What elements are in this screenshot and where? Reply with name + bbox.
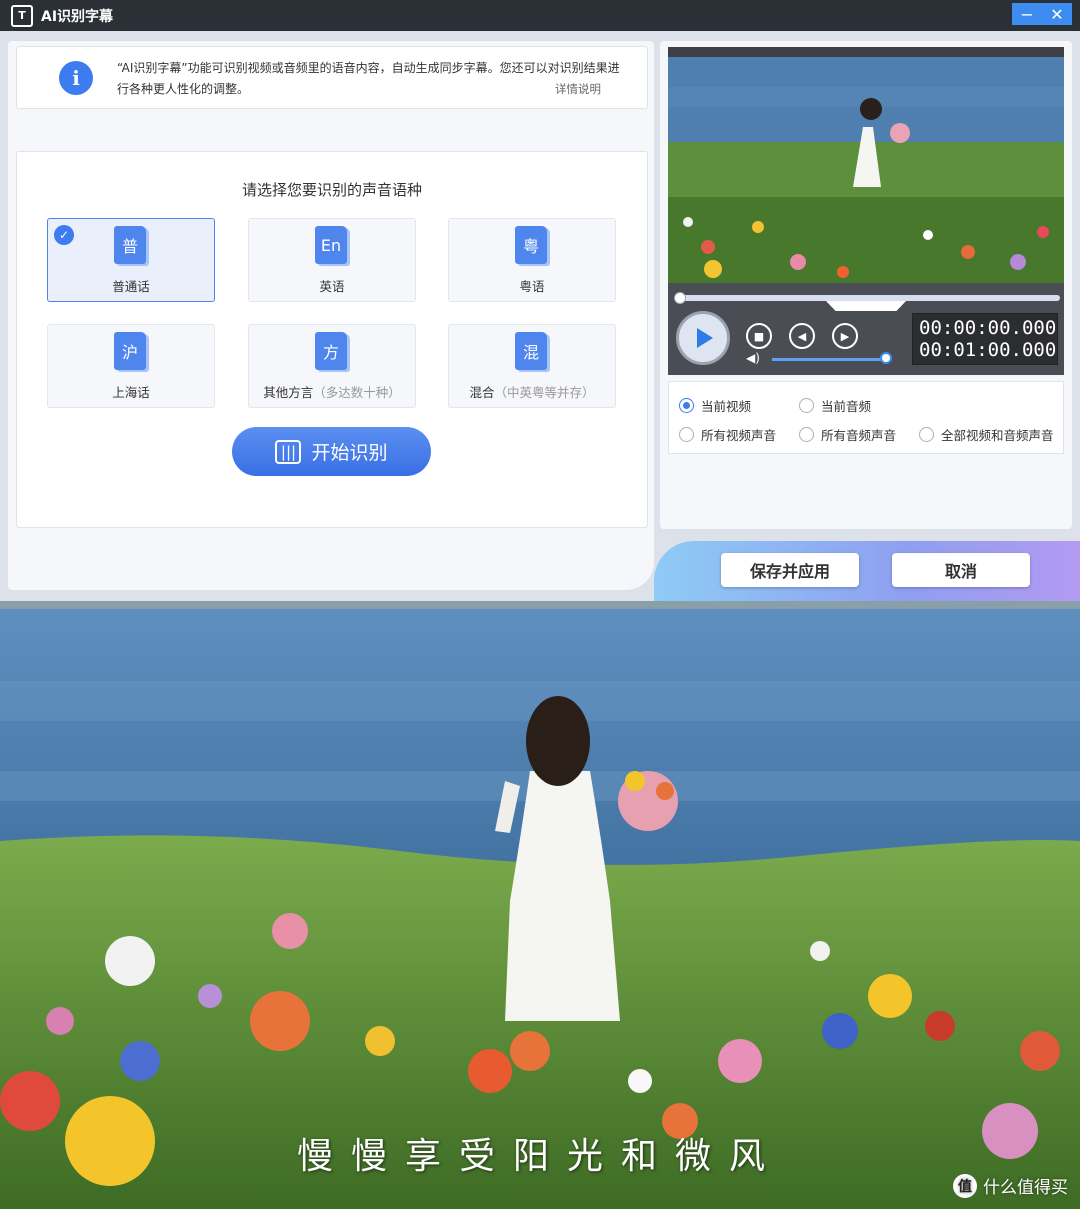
total-time: 00:01:00.000 [919,339,1057,361]
cancel-button[interactable]: 取消 [892,553,1030,587]
radio-dot [799,427,814,442]
window-controls: − ✕ [1012,3,1072,25]
radio-all-audio-audio[interactable]: 所有音频声音 [799,425,896,444]
left-panel: i “AI识别字幕”功能可识别视频或音频里的语音内容，自动生成同步字幕。您还可以… [8,41,654,590]
volume-icon[interactable]: ◀) [746,351,760,365]
progress-knob[interactable] [674,292,686,304]
volume-knob[interactable] [880,352,892,364]
subtitle-caption: 慢慢享受阳光和微风 [296,1136,783,1177]
radio-all-video-audio[interactable]: 所有视频声音 [679,425,776,444]
radio-label: 全部视频和音频声音 [941,428,1054,443]
language-option-cantonese[interactable]: 粤 粤语 [448,218,616,302]
watermark-logo-icon: 值 [953,1173,977,1198]
radio-label: 所有音频声音 [821,428,897,443]
start-button-label: 开始识别 [311,442,388,464]
dialog-body: i “AI识别字幕”功能可识别视频或音频里的语音内容，自动生成同步字幕。您还可以… [0,31,1080,601]
info-box: i “AI识别字幕”功能可识别视频或音频里的语音内容，自动生成同步字幕。您还可以… [16,46,648,109]
language-title: 请选择您要识别的声音语种 [241,181,422,199]
book-icon: 沪 [114,332,146,370]
next-frame-button[interactable]: ▶ [832,323,858,349]
language-label: 上海话 [112,385,150,400]
radio-current-audio[interactable]: 当前音频 [799,396,871,415]
book-icon: 方 [315,332,347,370]
preview-image [668,47,1064,283]
radio-current-video[interactable]: 当前视频 [679,396,751,415]
waveform-icon: ||| [275,439,302,464]
book-icon: 混 [515,332,547,370]
result-photo: 慢慢享受阳光和微风 值 什么值得买 [0,601,1080,1209]
language-label: 英语 [319,279,345,294]
play-button[interactable] [676,311,730,365]
app-logo-icon: T [11,4,33,27]
language-label: 普通话 [112,279,150,294]
checkmark-icon: ✓ [54,225,74,245]
radio-dot [919,427,934,442]
close-button[interactable]: ✕ [1042,3,1072,25]
minimize-button[interactable]: − [1012,3,1042,25]
info-icon: i [59,61,93,95]
book-icon: 普 [114,226,146,264]
details-link[interactable]: 详情说明 [555,81,601,97]
window-title: AI识别字幕 [41,8,114,25]
radio-label: 当前音频 [821,399,872,414]
book-icon: En [315,226,347,264]
radio-dot [799,398,814,413]
collapse-tab[interactable] [826,301,906,311]
lake-meadow-image [0,601,1080,1209]
stop-button[interactable]: ■ [746,323,772,349]
language-option-dialects[interactable]: 方 其他方言（多达数十种） [248,324,416,408]
progress-bar[interactable] [674,292,1060,304]
start-recognition-button[interactable]: ||| 开始识别 [232,427,431,476]
watermark-text: 什么值得买 [983,1178,1068,1198]
info-text: “AI识别字幕”功能可识别视频或音频里的语音内容，自动生成同步字幕。您还可以对识… [117,61,620,96]
language-option-english[interactable]: En 英语 [248,218,416,302]
watermark: 值 什么值得买 [953,1173,1068,1198]
right-panel: ■ ◀ ▶ ◀) 00:00:00.000 00:01:00.000 当前视频 … [660,41,1072,529]
radio-label: 当前视频 [701,399,752,414]
language-label: 粤语 [519,279,545,294]
video-preview [668,47,1064,283]
book-icon: 粤 [515,226,547,264]
radio-label: 所有视频声音 [701,428,777,443]
language-option-shanghainese[interactable]: 沪 上海话 [47,324,215,408]
radio-all-media[interactable]: 全部视频和音频声音 [919,425,1054,444]
play-icon [697,328,713,348]
title-bar: T AI识别字幕 − ✕ [0,0,1080,31]
time-display: 00:00:00.000 00:01:00.000 [912,313,1058,365]
language-label: 其他方言（多达数十种） [263,385,401,400]
language-selector: 请选择您要识别的声音语种 ✓ 普 普通话 En 英语 粤 粤语 沪 上海话 方 … [16,151,648,528]
volume-slider[interactable] [772,358,882,361]
audio-source-options: 当前视频 当前音频 所有视频声音 所有音频声音 全部视频和音频声音 [668,381,1064,454]
radio-dot [679,398,694,413]
language-label: 混合（中英粤等并存） [469,385,595,400]
save-apply-button[interactable]: 保存并应用 [721,553,859,587]
language-option-mandarin[interactable]: ✓ 普 普通话 [47,218,215,302]
media-player: ■ ◀ ▶ ◀) 00:00:00.000 00:01:00.000 [668,283,1064,375]
language-option-mixed[interactable]: 混 混合（中英粤等并存） [448,324,616,408]
radio-dot [679,427,694,442]
current-time: 00:00:00.000 [919,317,1057,339]
previous-frame-button[interactable]: ◀ [789,323,815,349]
